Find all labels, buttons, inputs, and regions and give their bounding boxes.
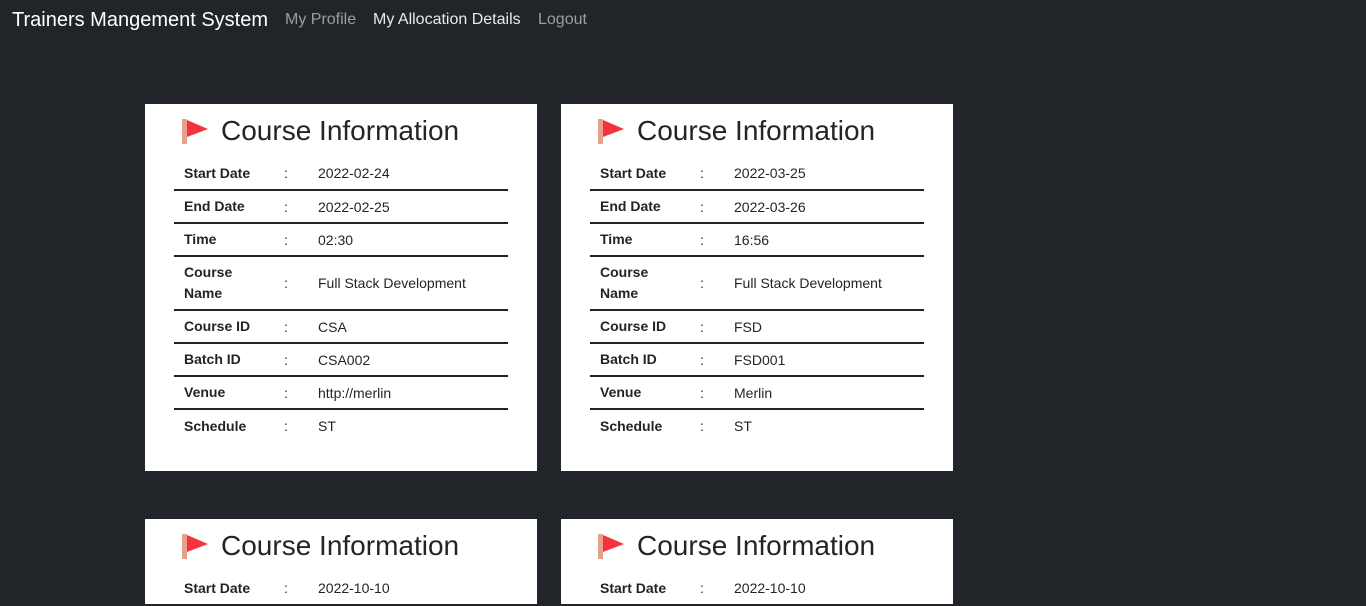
row-label: Start Date — [590, 572, 690, 606]
triangular-flag-icon — [182, 534, 208, 559]
row-value: FSD001 — [734, 343, 924, 377]
row-separator: : — [690, 157, 734, 191]
row-separator: : — [274, 376, 318, 410]
row-label: Batch ID — [174, 343, 274, 377]
table-row: End Date : 2022-03-26 — [590, 190, 924, 224]
table-row: Batch ID : CSA002 — [174, 343, 508, 377]
card-title-text: Course Information — [637, 530, 876, 561]
table-row: Course ID : FSD — [590, 310, 924, 344]
table-row: Venue : Merlin — [590, 376, 924, 410]
row-separator: : — [690, 190, 734, 224]
row-label: Start Date — [590, 157, 690, 191]
row-value: 2022-10-10 — [318, 572, 508, 606]
row-value: CSA — [318, 310, 508, 344]
row-value: 2022-10-10 — [734, 572, 924, 606]
row-value: FSD — [734, 310, 924, 344]
table-row: Start Date : 2022-02-24 — [174, 157, 508, 191]
row-separator: : — [690, 223, 734, 257]
card-title: Course Information — [181, 529, 459, 563]
row-label: Course ID — [174, 310, 274, 344]
navbar-brand[interactable]: Trainers Mangement System — [12, 9, 268, 32]
row-value: Full Stack Development — [318, 256, 508, 311]
table-row: Start Date : 2022-10-10 — [590, 572, 924, 606]
row-value: 2022-02-24 — [318, 157, 508, 191]
row-value: Full Stack Development — [734, 256, 924, 311]
card-title-text: Course Information — [221, 530, 460, 561]
nav-link-my-allocation-details[interactable]: My Allocation Details — [373, 11, 521, 29]
row-separator: : — [700, 418, 704, 434]
row-value: 02:30 — [318, 223, 508, 257]
row-value: http://merlin — [318, 376, 508, 410]
top-navbar: Trainers Mangement System My Profile My … — [0, 0, 1366, 42]
row-value: Merlin — [734, 376, 924, 410]
row-label: End Date — [590, 190, 690, 224]
course-info-table: Start Date : 2022-02-24 End Date : 2022-… — [174, 157, 508, 442]
nav-link-my-profile[interactable]: My Profile — [285, 11, 356, 29]
row-label: Venue — [174, 376, 274, 410]
course-info-card: Course Information Start Date : 2022-02-… — [145, 104, 537, 471]
row-value: 2022-02-25 — [318, 190, 508, 224]
row-separator: : — [284, 418, 288, 434]
course-info-card: Course Information Start Date : 2022-03-… — [561, 104, 953, 471]
course-info-card: Course Information Start Date : 2022-10-… — [561, 519, 953, 606]
row-label: Course ID — [590, 310, 690, 344]
row-separator: : — [690, 256, 734, 311]
table-row: Course Name : Full Stack Development — [174, 256, 508, 311]
table-row: Schedule : ST — [174, 409, 508, 442]
row-label: Start Date — [174, 157, 274, 191]
row-value: 2022-03-25 — [734, 157, 924, 191]
row-separator: : — [274, 157, 318, 191]
row-value: ST — [318, 418, 336, 434]
row-separator: : — [690, 376, 734, 410]
row-separator: : — [274, 343, 318, 377]
nav-link-logout[interactable]: Logout — [538, 11, 587, 29]
triangular-flag-icon — [598, 534, 624, 559]
row-separator: : — [690, 310, 734, 344]
row-label: End Date — [174, 190, 274, 224]
course-info-table: Start Date : 2022-10-10 — [174, 572, 508, 606]
row-label: Schedule — [600, 417, 663, 434]
row-label: Time — [590, 223, 690, 257]
table-row: End Date : 2022-02-25 — [174, 190, 508, 224]
card-title: Course Information — [181, 114, 459, 148]
triangular-flag-icon — [182, 119, 208, 144]
row-separator: : — [274, 190, 318, 224]
card-title: Course Information — [597, 529, 875, 563]
triangular-flag-icon — [598, 119, 624, 144]
row-label: Time — [174, 223, 274, 257]
row-separator: : — [274, 310, 318, 344]
row-label: Schedule — [184, 417, 247, 434]
row-value: CSA002 — [318, 343, 508, 377]
table-row: Venue : http://merlin — [174, 376, 508, 410]
row-value: 2022-03-26 — [734, 190, 924, 224]
card-title-text: Course Information — [221, 115, 460, 146]
table-row: Course Name : Full Stack Development — [590, 256, 924, 311]
card-title: Course Information — [597, 114, 875, 148]
row-separator: : — [690, 343, 734, 377]
row-separator: : — [274, 223, 318, 257]
row-label: Batch ID — [590, 343, 690, 377]
table-row: Time : 02:30 — [174, 223, 508, 257]
row-separator: : — [274, 256, 318, 311]
table-row: Batch ID : FSD001 — [590, 343, 924, 377]
table-row: Time : 16:56 — [590, 223, 924, 257]
course-info-table: Start Date : 2022-10-10 — [590, 572, 924, 606]
table-row: Course ID : CSA — [174, 310, 508, 344]
table-row: Schedule : ST — [590, 409, 924, 442]
row-label: Course Name — [174, 256, 274, 311]
row-value: ST — [734, 418, 752, 434]
row-separator: : — [690, 572, 734, 606]
table-row: Start Date : 2022-03-25 — [590, 157, 924, 191]
row-label: Start Date — [174, 572, 274, 606]
course-info-card: Course Information Start Date : 2022-10-… — [145, 519, 537, 606]
row-value: 16:56 — [734, 223, 924, 257]
table-row: Start Date : 2022-10-10 — [174, 572, 508, 606]
row-label: Venue — [590, 376, 690, 410]
row-separator: : — [274, 572, 318, 606]
card-title-text: Course Information — [637, 115, 876, 146]
course-info-table: Start Date : 2022-03-25 End Date : 2022-… — [590, 157, 924, 442]
row-label: Course Name — [590, 256, 690, 311]
